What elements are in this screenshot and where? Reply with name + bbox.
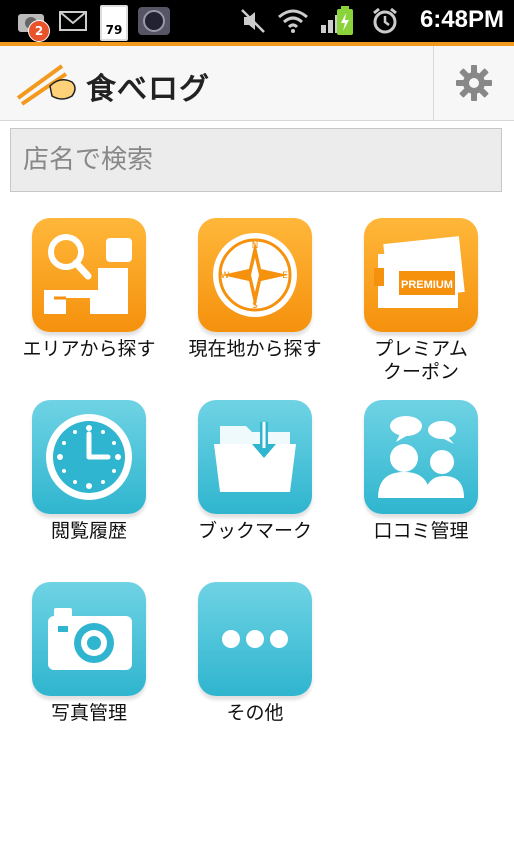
- shop-search-field[interactable]: [10, 128, 502, 192]
- chat-users-icon[interactable]: [364, 400, 478, 514]
- tile-bookmark[interactable]: ブックマーク: [180, 400, 330, 543]
- mail-icon: [58, 6, 88, 36]
- tile-label: 閲覧履歴: [50, 520, 127, 542]
- tile-photo-management[interactable]: 写真管理: [14, 582, 164, 725]
- tile-premium-coupon[interactable]: PREMIUM プレミアム クーポン: [346, 218, 496, 384]
- tile-label: その他: [226, 702, 284, 724]
- chopsticks-logo-icon: [16, 60, 80, 106]
- area-map-icon[interactable]: [32, 218, 146, 332]
- shop-search-input[interactable]: [11, 129, 501, 191]
- tile-label: プレミアム クーポン: [374, 338, 468, 383]
- camera-icon[interactable]: [32, 582, 146, 696]
- coupon-icon[interactable]: PREMIUM: [364, 218, 478, 332]
- tile-history[interactable]: 閲覧履歴: [14, 400, 164, 543]
- battery-charging-icon: [332, 6, 358, 36]
- folder-download-icon[interactable]: [198, 400, 312, 514]
- compass-icon[interactable]: N E S W: [198, 218, 312, 332]
- notification-count-badge: 2: [28, 20, 50, 42]
- clock-icon[interactable]: [32, 400, 146, 514]
- battery-widget-value: 79: [105, 23, 123, 37]
- tile-label: 口コミ管理: [373, 520, 469, 542]
- gear-icon: [456, 65, 492, 101]
- tile-review-management[interactable]: 口コミ管理: [346, 400, 496, 543]
- compass-s: S: [252, 301, 258, 311]
- tile-search-nearby[interactable]: N E S W 現在地から探す: [180, 218, 330, 361]
- premium-text: PREMIUM: [401, 279, 453, 291]
- status-bar: 2 79 6:48PM: [0, 0, 514, 42]
- tile-label: 現在地から探す: [188, 338, 322, 360]
- mute-icon: [238, 6, 268, 36]
- app-logo-text: 食べログ: [86, 72, 210, 107]
- wifi-icon: [276, 6, 310, 36]
- app-bar: 食べログ: [0, 46, 514, 121]
- compass-e: E: [282, 271, 288, 281]
- status-time: 6:48PM: [419, 6, 504, 33]
- settings-button[interactable]: [433, 46, 514, 120]
- battery-widget-icon: 79: [100, 5, 128, 41]
- tile-other[interactable]: その他: [180, 582, 330, 725]
- alarm-icon: [370, 6, 400, 36]
- tile-label: エリアから探す: [22, 338, 156, 360]
- tile-label: 写真管理: [50, 702, 127, 724]
- compass-w: W: [221, 271, 230, 281]
- tile-label: ブックマーク: [197, 520, 312, 542]
- more-icon[interactable]: [198, 582, 312, 696]
- compass-n: N: [252, 241, 259, 251]
- tile-search-by-area[interactable]: エリアから探す: [14, 218, 164, 361]
- camera-app-icon: [134, 6, 174, 36]
